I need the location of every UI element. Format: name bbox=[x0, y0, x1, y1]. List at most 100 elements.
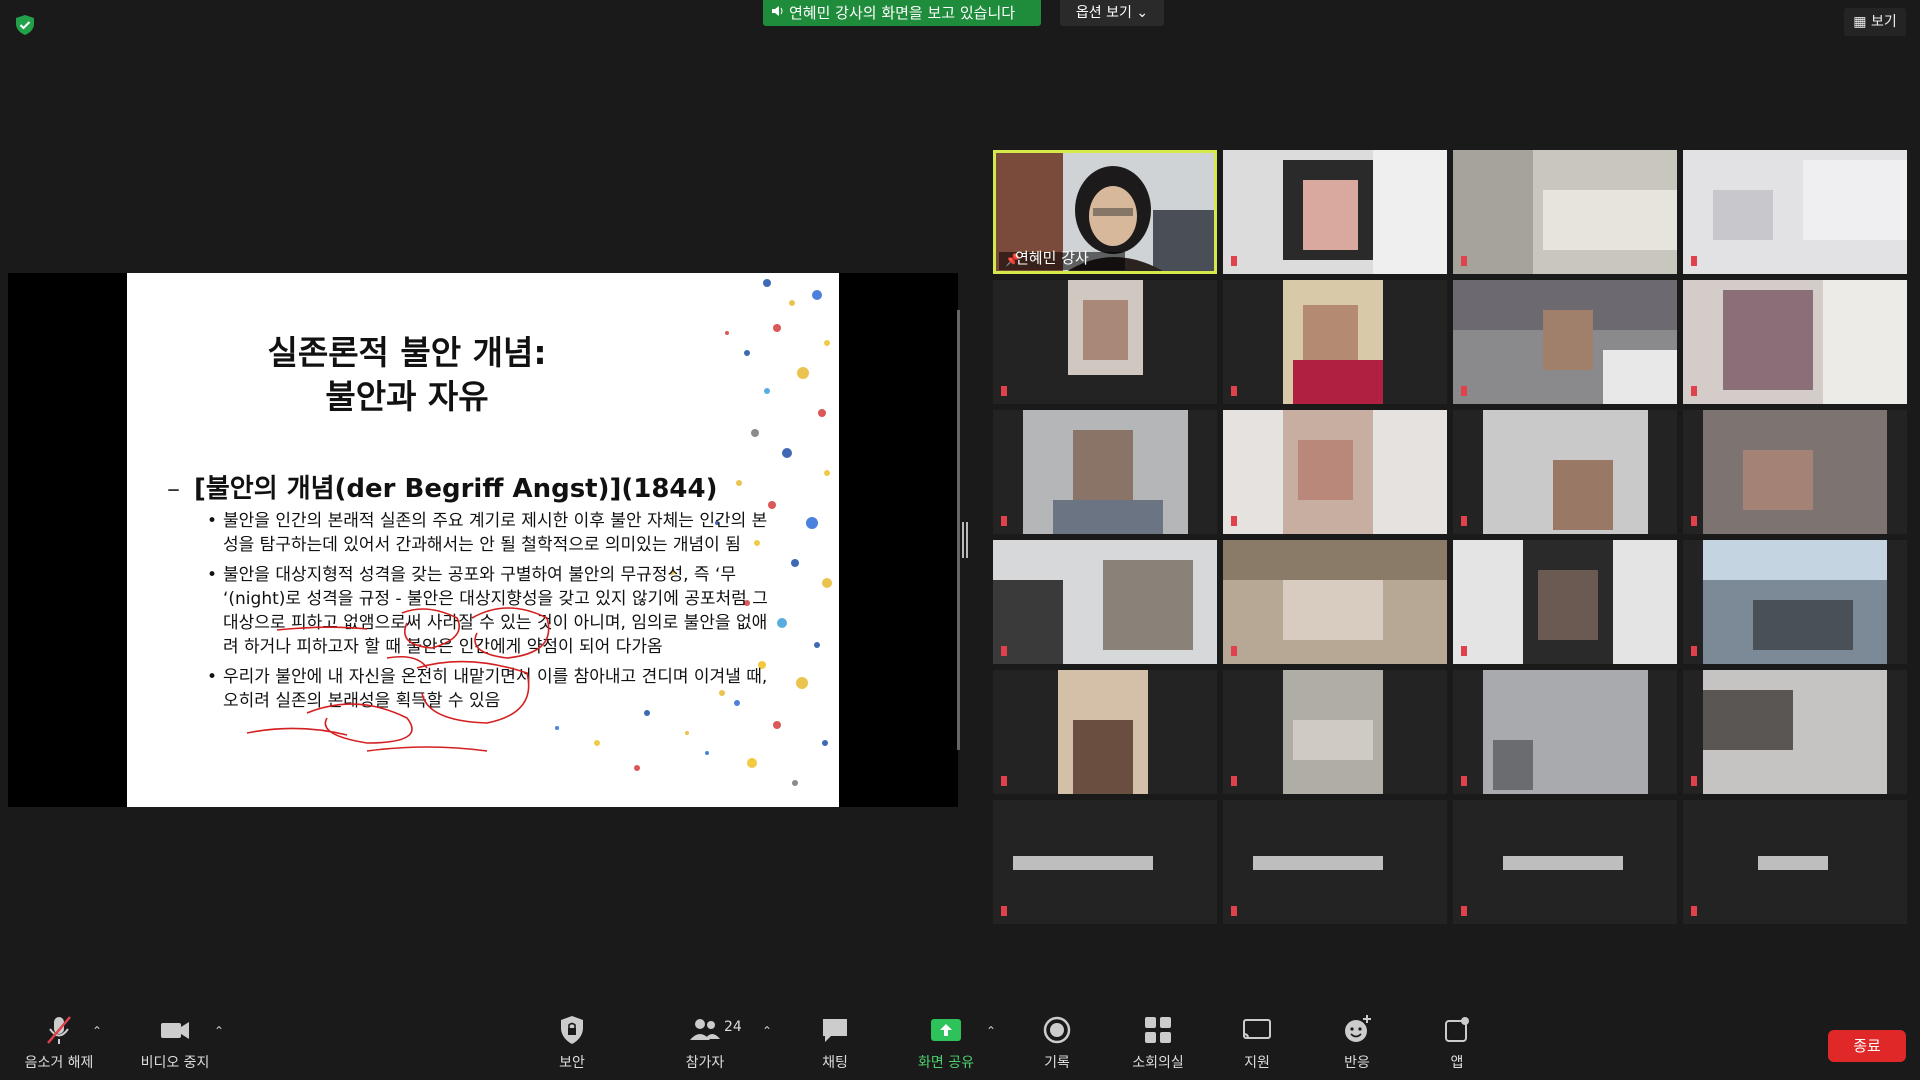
share-screen-label: 화면 공유 bbox=[918, 1055, 974, 1071]
video-tile-active[interactable]: 📌 연혜민 강사 bbox=[993, 150, 1217, 274]
stop-video-label: 비디오 중지 bbox=[140, 1055, 210, 1071]
pixelated-name-text bbox=[1758, 856, 1828, 870]
video-tile[interactable] bbox=[1453, 410, 1677, 534]
video-tile[interactable] bbox=[1683, 410, 1907, 534]
pixelated-video bbox=[993, 410, 1217, 534]
presentation-slide: 실존론적 불안 개념: 불안과 자유 – [불안의 개념(der Begriff … bbox=[127, 273, 839, 807]
video-tile-camera-off[interactable] bbox=[1683, 800, 1907, 924]
breakout-rooms-button[interactable]: 소회의실 bbox=[1118, 1012, 1198, 1078]
video-tile[interactable] bbox=[1453, 540, 1677, 664]
support-label: 지원 bbox=[1244, 1055, 1270, 1071]
apps-label: 앱 bbox=[1450, 1055, 1464, 1071]
reactions-button[interactable]: 반응 bbox=[1320, 1012, 1394, 1078]
pixelated-video bbox=[1223, 280, 1447, 404]
audio-options-caret-icon[interactable]: ⌃ bbox=[92, 1024, 102, 1038]
share-options-caret-icon[interactable]: ⌃ bbox=[986, 1024, 996, 1038]
muted-mic-icon bbox=[1001, 386, 1007, 396]
chat-label: 채팅 bbox=[822, 1055, 848, 1071]
pixelated-video bbox=[1453, 280, 1677, 404]
pixelated-name-text bbox=[1253, 856, 1383, 870]
video-tile[interactable] bbox=[993, 410, 1217, 534]
muted-mic-icon bbox=[1231, 516, 1237, 526]
pixelated-video bbox=[1223, 540, 1447, 664]
view-options-button[interactable]: 옵션 보기 ⌄ bbox=[1060, 0, 1164, 26]
muted-mic-icon bbox=[1001, 516, 1007, 526]
pixelated-video bbox=[1683, 540, 1907, 664]
muted-mic-icon bbox=[1691, 386, 1697, 396]
muted-mic-icon bbox=[1231, 646, 1237, 656]
pixelated-video bbox=[1683, 150, 1907, 274]
video-tile[interactable] bbox=[1223, 670, 1447, 794]
record-label: 기록 bbox=[1044, 1055, 1070, 1071]
splitter-handle-icon[interactable] bbox=[962, 522, 968, 558]
video-tile-camera-off[interactable] bbox=[1223, 800, 1447, 924]
mic-muted-icon bbox=[47, 1016, 71, 1044]
view-button[interactable]: ▦ 보기 bbox=[1844, 8, 1906, 36]
video-tile[interactable] bbox=[1683, 540, 1907, 664]
unmute-button[interactable]: 음소거 해제 bbox=[14, 1012, 104, 1078]
banner-text: 연혜민 강사의 화면을 보고 있습니다 bbox=[789, 4, 1016, 22]
muted-mic-icon bbox=[1461, 906, 1467, 916]
video-tile[interactable] bbox=[1223, 540, 1447, 664]
chat-button[interactable]: 채팅 bbox=[798, 1012, 872, 1078]
muted-mic-icon bbox=[1461, 256, 1467, 266]
pixelated-video bbox=[1223, 150, 1447, 274]
muted-mic-icon bbox=[1691, 516, 1697, 526]
muted-mic-icon bbox=[1461, 516, 1467, 526]
security-button[interactable]: 보안 bbox=[535, 1012, 609, 1078]
shield-check-icon[interactable] bbox=[14, 14, 36, 36]
pixelated-video bbox=[1683, 280, 1907, 404]
smiley-plus-icon bbox=[1345, 1015, 1371, 1042]
pixelated-video bbox=[993, 280, 1217, 404]
video-tile[interactable] bbox=[1453, 150, 1677, 274]
record-icon bbox=[1043, 1016, 1071, 1044]
video-tile[interactable] bbox=[1453, 280, 1677, 404]
video-tile[interactable] bbox=[993, 670, 1217, 794]
video-options-caret-icon[interactable]: ⌃ bbox=[214, 1024, 224, 1038]
video-tile[interactable] bbox=[993, 280, 1217, 404]
pixelated-name-text bbox=[1013, 856, 1153, 870]
video-tile[interactable] bbox=[1223, 150, 1447, 274]
view-options-label: 옵션 보기 bbox=[1075, 5, 1132, 21]
muted-mic-icon bbox=[1231, 776, 1237, 786]
participants-options-caret-icon[interactable]: ⌃ bbox=[762, 1024, 772, 1038]
video-tile[interactable] bbox=[993, 540, 1217, 664]
pixelated-video bbox=[1453, 410, 1677, 534]
stop-video-button[interactable]: 비디오 중지 bbox=[130, 1012, 220, 1078]
video-tile[interactable] bbox=[1223, 410, 1447, 534]
reactions-label: 반응 bbox=[1344, 1055, 1370, 1071]
speaker-icon bbox=[771, 0, 785, 26]
pixelated-video bbox=[1453, 670, 1677, 794]
top-bar: 연혜민 강사의 화면을 보고 있습니다 옵션 보기 ⌄ ▦ 보기 bbox=[0, 0, 1920, 36]
participants-label: 참가자 bbox=[685, 1055, 725, 1071]
apps-icon bbox=[1445, 1017, 1469, 1042]
view-label: 보기 bbox=[1870, 14, 1897, 30]
pixelated-name-text bbox=[1503, 856, 1623, 870]
security-label: 보안 bbox=[559, 1055, 585, 1071]
muted-mic-icon bbox=[1461, 646, 1467, 656]
video-tile[interactable] bbox=[1683, 670, 1907, 794]
share-screen-button[interactable]: 화면 공유 bbox=[906, 1012, 986, 1078]
video-tile[interactable] bbox=[1223, 280, 1447, 404]
video-tile[interactable] bbox=[1683, 150, 1907, 274]
participants-count: 24 bbox=[724, 1019, 742, 1035]
record-button[interactable]: 기록 bbox=[1020, 1012, 1094, 1078]
muted-mic-icon bbox=[1461, 776, 1467, 786]
share-scrollbar[interactable] bbox=[957, 310, 960, 750]
muted-mic-icon bbox=[1001, 646, 1007, 656]
viewing-share-banner: 연혜민 강사의 화면을 보고 있습니다 bbox=[763, 0, 1041, 26]
muted-mic-icon bbox=[1461, 386, 1467, 396]
breakout-rooms-label: 소회의실 bbox=[1132, 1055, 1184, 1071]
video-tile[interactable] bbox=[1453, 670, 1677, 794]
video-tile-camera-off[interactable] bbox=[993, 800, 1217, 924]
video-tile[interactable] bbox=[1683, 280, 1907, 404]
support-button[interactable]: 지원 bbox=[1220, 1012, 1294, 1078]
annotation-scribbles bbox=[246, 607, 550, 752]
pixelated-video bbox=[1223, 670, 1447, 794]
unmute-label: 음소거 해제 bbox=[24, 1055, 94, 1071]
end-meeting-button[interactable]: 종료 bbox=[1828, 1030, 1906, 1062]
pixelated-video bbox=[993, 670, 1217, 794]
video-tile-camera-off[interactable] bbox=[1453, 800, 1677, 924]
meeting-toolbar: 음소거 해제 ⌃ 비디오 중지 ⌃ 보안 참가자 24 ⌃ 채팅 화면 공유 ⌃… bbox=[0, 1000, 1920, 1080]
apps-button[interactable]: 앱 bbox=[1420, 1012, 1494, 1078]
